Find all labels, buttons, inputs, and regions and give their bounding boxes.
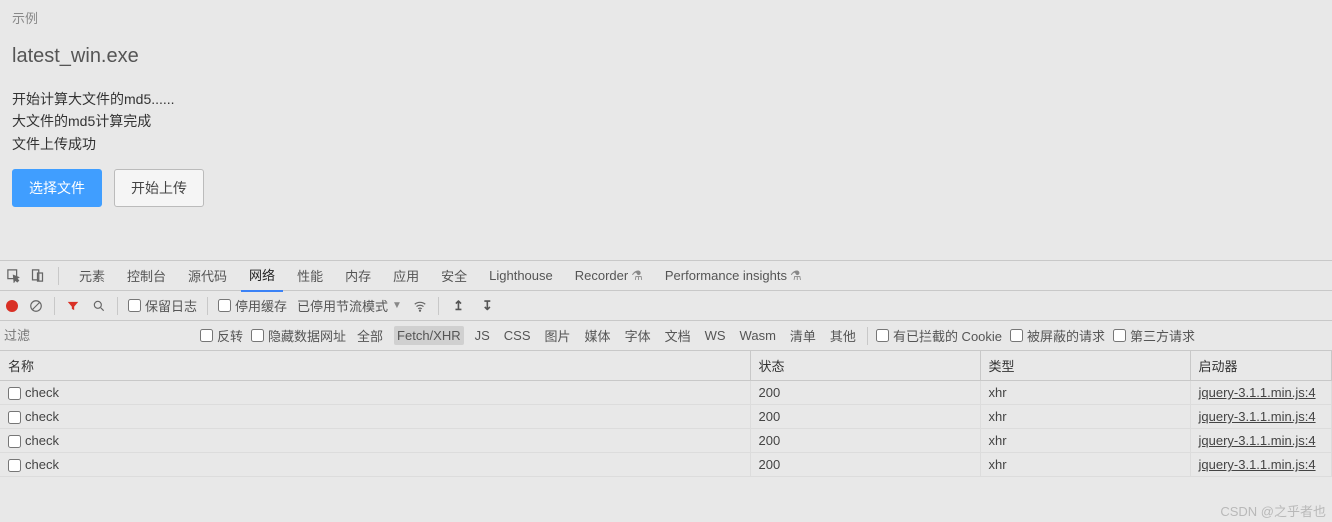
col-name[interactable]: 名称 (0, 351, 750, 381)
table-row[interactable]: check 200 xhr jquery-3.1.1.min.js:4 (0, 405, 1332, 429)
flask-icon: ⚗ (631, 268, 643, 283)
inspect-icon[interactable] (4, 267, 22, 285)
initiator-link[interactable]: jquery-3.1.1.min.js:4 (1190, 381, 1332, 405)
tab-lighthouse[interactable]: Lighthouse (481, 262, 561, 289)
devtools-tabbar: 元素 控制台 源代码 网络 性能 内存 应用 安全 Lighthouse Rec… (0, 261, 1332, 291)
col-initiator[interactable]: 启动器 (1190, 351, 1332, 381)
blocked-cookies-checkbox[interactable]: 有已拦截的 Cookie (876, 326, 1002, 345)
hide-data-urls-checkbox[interactable]: 隐藏数据网址 (251, 326, 346, 345)
filter-wasm[interactable]: Wasm (737, 326, 779, 345)
download-har-icon[interactable]: ↧ (478, 298, 497, 314)
initiator-link[interactable]: jquery-3.1.1.min.js:4 (1190, 405, 1332, 429)
row-checkbox[interactable] (8, 459, 21, 472)
table-row[interactable]: check 200 xhr jquery-3.1.1.min.js:4 (0, 381, 1332, 405)
filter-doc[interactable]: 文档 (662, 324, 694, 347)
table-row[interactable]: check 200 xhr jquery-3.1.1.min.js:4 (0, 429, 1332, 453)
log-line: 文件上传成功 (12, 133, 1320, 155)
throttling-dropdown[interactable]: 已停用节流模式▼ (297, 296, 402, 315)
initiator-link[interactable]: jquery-3.1.1.min.js:4 (1190, 429, 1332, 453)
tab-memory[interactable]: 内存 (337, 260, 379, 291)
filter-js[interactable]: JS (472, 326, 493, 345)
tab-elements[interactable]: 元素 (71, 260, 113, 291)
invert-checkbox[interactable]: 反转 (200, 326, 243, 345)
blocked-requests-checkbox[interactable]: 被屏蔽的请求 (1010, 326, 1105, 345)
filter-manifest[interactable]: 清单 (787, 324, 819, 347)
filter-font[interactable]: 字体 (622, 324, 654, 347)
row-checkbox[interactable] (8, 411, 21, 424)
filter-media[interactable]: 媒体 (582, 324, 614, 347)
network-filterbar: 反转 隐藏数据网址 全部 Fetch/XHR JS CSS 图片 媒体 字体 文… (0, 321, 1332, 351)
demo-page: 示例 latest_win.exe 开始计算大文件的md5...... 大文件的… (0, 0, 1332, 260)
table-row[interactable]: check 200 xhr jquery-3.1.1.min.js:4 (0, 453, 1332, 477)
filter-fetch-xhr[interactable]: Fetch/XHR (394, 326, 464, 345)
tab-console[interactable]: 控制台 (119, 260, 174, 291)
col-status[interactable]: 状态 (750, 351, 980, 381)
disable-cache-checkbox[interactable]: 停用缓存 (218, 296, 287, 315)
tab-performance-insights[interactable]: Performance insights⚗ (657, 262, 810, 290)
search-icon[interactable] (91, 298, 107, 314)
devtools-panel: 元素 控制台 源代码 网络 性能 内存 应用 安全 Lighthouse Rec… (0, 260, 1332, 477)
flask-icon: ⚗ (790, 268, 802, 283)
network-toolbar: 保留日志 停用缓存 已停用节流模式▼ ↥ ↧ (0, 291, 1332, 321)
row-checkbox[interactable] (8, 435, 21, 448)
row-checkbox[interactable] (8, 387, 21, 400)
filter-ws[interactable]: WS (702, 326, 729, 345)
tab-sources[interactable]: 源代码 (180, 260, 235, 291)
filter-img[interactable]: 图片 (542, 324, 574, 347)
chevron-down-icon: ▼ (392, 300, 402, 311)
example-label: 示例 (12, 8, 1320, 27)
tab-recorder[interactable]: Recorder⚗ (567, 262, 651, 290)
record-button[interactable] (6, 300, 18, 312)
filename-heading: latest_win.exe (12, 45, 1320, 68)
col-type[interactable]: 类型 (980, 351, 1190, 381)
network-conditions-icon[interactable] (412, 298, 428, 314)
clear-button[interactable] (28, 298, 44, 314)
filter-input[interactable] (2, 324, 192, 347)
upload-log: 开始计算大文件的md5...... 大文件的md5计算完成 文件上传成功 (12, 88, 1320, 155)
filter-all[interactable]: 全部 (354, 324, 386, 347)
log-line: 开始计算大文件的md5...... (12, 88, 1320, 110)
log-line: 大文件的md5计算完成 (12, 110, 1320, 132)
watermark: CSDN @之乎者也 (1220, 501, 1326, 520)
filter-css[interactable]: CSS (501, 326, 534, 345)
third-party-checkbox[interactable]: 第三方请求 (1113, 326, 1195, 345)
tab-network[interactable]: 网络 (241, 259, 283, 292)
network-table: 名称 状态 类型 启动器 check 200 xhr jquery-3.1.1.… (0, 351, 1332, 477)
initiator-link[interactable]: jquery-3.1.1.min.js:4 (1190, 453, 1332, 477)
tab-application[interactable]: 应用 (385, 260, 427, 291)
upload-har-icon[interactable]: ↥ (449, 298, 468, 314)
tab-performance[interactable]: 性能 (289, 260, 331, 291)
preserve-log-checkbox[interactable]: 保留日志 (128, 296, 197, 315)
device-toggle-icon[interactable] (28, 267, 46, 285)
tab-security[interactable]: 安全 (433, 260, 475, 291)
select-file-button[interactable]: 选择文件 (12, 169, 102, 207)
filter-other[interactable]: 其他 (827, 324, 859, 347)
filter-toggle-icon[interactable] (65, 298, 81, 314)
start-upload-button[interactable]: 开始上传 (114, 169, 204, 207)
